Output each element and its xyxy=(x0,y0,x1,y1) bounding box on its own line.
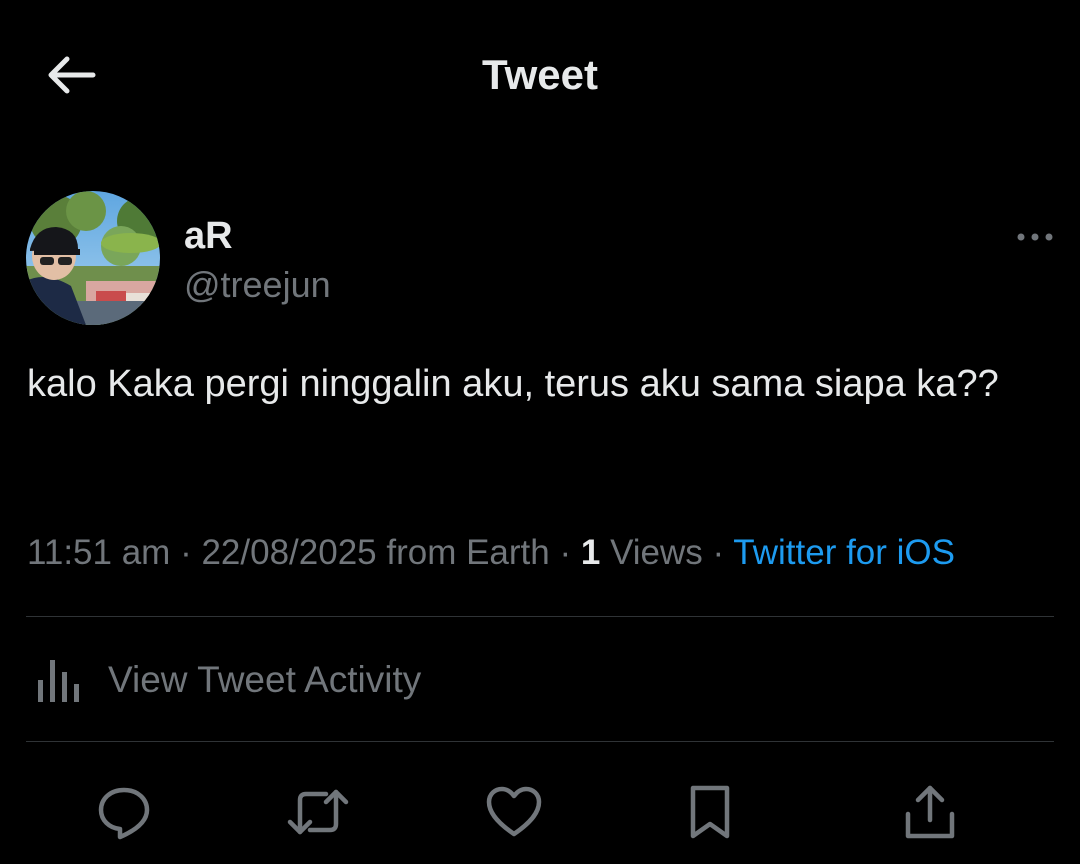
author-display-name[interactable]: aR xyxy=(184,214,233,258)
reply-button[interactable] xyxy=(92,780,156,844)
bookmark-button[interactable] xyxy=(678,780,742,844)
divider xyxy=(26,741,1054,742)
view-tweet-activity-label: View Tweet Activity xyxy=(108,658,422,700)
tweet-metadata: 11:51 am · 22/08/2025 from Earth · 1 Vie… xyxy=(27,530,1067,576)
reply-icon xyxy=(98,787,150,840)
view-tweet-activity-button[interactable]: View Tweet Activity xyxy=(26,617,1054,742)
meta-separator: · xyxy=(170,533,202,572)
avatar[interactable] xyxy=(26,191,160,325)
tweet-location: from Earth xyxy=(386,533,550,572)
heart-icon xyxy=(486,786,542,837)
top-bar: Tweet xyxy=(0,0,1080,150)
meta-separator: · xyxy=(549,533,581,572)
page-title: Tweet xyxy=(482,51,598,98)
retweet-button[interactable] xyxy=(286,780,350,844)
views-label: Views xyxy=(610,533,703,572)
bookmark-icon xyxy=(690,785,730,839)
share-button[interactable] xyxy=(898,780,962,844)
retweet-icon xyxy=(287,789,349,835)
tweet-action-bar xyxy=(0,770,1080,850)
views-count: 1 xyxy=(580,533,601,572)
tweet-date: 22/08/2025 xyxy=(201,533,377,572)
like-button[interactable] xyxy=(482,780,546,844)
more-horizontal-icon xyxy=(1017,233,1053,241)
meta-separator: · xyxy=(702,533,734,572)
avatar-image xyxy=(26,191,160,325)
share-icon xyxy=(905,785,955,839)
tweet-time: 11:51 am xyxy=(27,533,171,572)
bar-chart-icon xyxy=(36,656,82,704)
tweet-source-link[interactable]: Twitter for iOS xyxy=(733,533,955,572)
more-options-button[interactable] xyxy=(1010,222,1060,252)
tweet-text: kalo Kaka pergi ninggalin aku, terus aku… xyxy=(27,363,999,405)
author-handle[interactable]: @treejun xyxy=(184,263,331,307)
